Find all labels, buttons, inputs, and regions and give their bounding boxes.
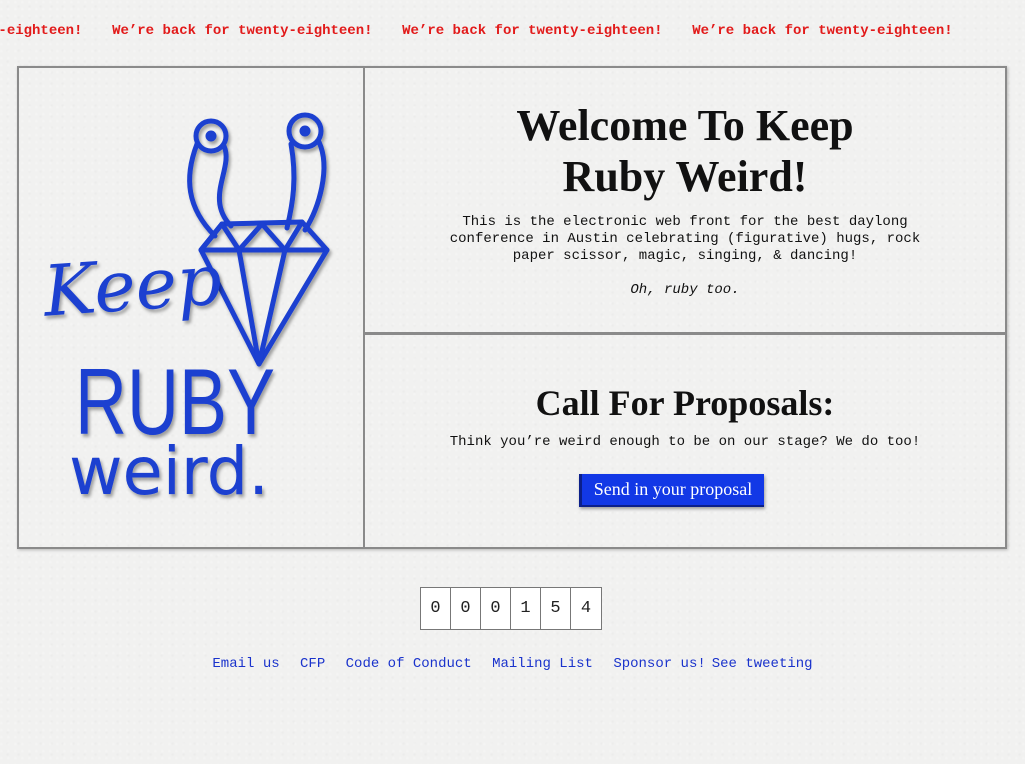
cfp-text: Think you’re weird enough to be on our s…: [449, 434, 921, 450]
cfp-title: Call For Proposals:: [535, 383, 835, 423]
welcome-aside: Oh, ruby too.: [630, 282, 740, 298]
marquee-item: We’re back for twenty-eighteen!: [0, 23, 83, 39]
counter-digit: 0: [421, 588, 451, 629]
code-of-conduct-link[interactable]: Code of Conduct: [346, 656, 472, 672]
cfp-link[interactable]: CFP: [300, 656, 325, 672]
logo-line-weird: weird.: [69, 433, 269, 510]
counter-digit: 0: [451, 588, 481, 629]
mailing-list-link[interactable]: Mailing List: [492, 656, 593, 672]
counter-digit: 1: [511, 588, 541, 629]
marquee-item: We’re back for twenty-eighteen!: [692, 23, 953, 39]
cfp-panel: Call For Proposals: Think you’re weird e…: [365, 335, 1005, 547]
sponsor-us-link[interactable]: Sponsor us!: [613, 656, 705, 672]
counter-digit: 5: [541, 588, 571, 629]
announcement-marquee: We’re back for twenty-eighteen! We’re ba…: [0, 21, 1025, 41]
main-frame: Keep RUBY weird. Welcome To Keep Ruby We…: [17, 66, 1007, 549]
marquee-item: We’re back for twenty-eighteen!: [112, 23, 373, 39]
footer-nav: Email us CFP Code of Conduct Mailing Lis…: [0, 656, 1025, 672]
keep-ruby-weird-logo: Keep RUBY weird.: [39, 112, 330, 510]
see-tweeting-link[interactable]: See tweeting: [712, 656, 813, 672]
marquee-track: We’re back for twenty-eighteen! We’re ba…: [0, 21, 973, 39]
counter-digit: 0: [481, 588, 511, 629]
visitor-counter: 0 0 0 1 5 4: [420, 587, 602, 630]
send-proposal-button[interactable]: Send in your proposal: [579, 474, 764, 507]
logo-line-keep: Keep: [39, 238, 224, 332]
logo-panel: Keep RUBY weird.: [19, 68, 365, 547]
counter-digit: 4: [571, 588, 601, 629]
welcome-title: Welcome To Keep Ruby Weird!: [516, 101, 854, 201]
email-us-link[interactable]: Email us: [212, 656, 279, 672]
marquee-item: We’re back for twenty-eighteen!: [402, 23, 663, 39]
welcome-panel: Welcome To Keep Ruby Weird! This is the …: [365, 68, 1005, 335]
welcome-text: This is the electronic web front for the…: [449, 214, 921, 264]
